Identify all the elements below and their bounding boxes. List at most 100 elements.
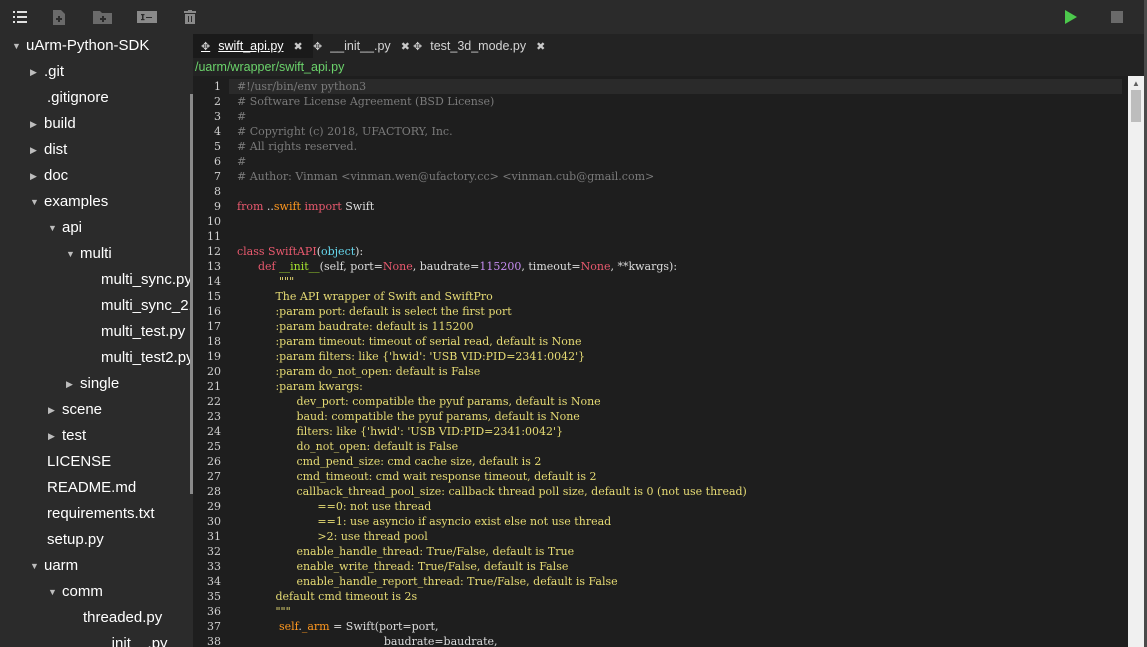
code-line[interactable]: class SwiftAPI(object): <box>237 244 363 259</box>
code-line[interactable]: def __init__(self, port=None, baudrate=1… <box>237 259 677 274</box>
tree-item-folder[interactable]: ▶ dist <box>30 138 67 164</box>
code-line[interactable]: :param do_not_open: default is False <box>237 364 480 379</box>
tree-item-folder[interactable]: ▼ examples <box>30 190 108 216</box>
code-line[interactable]: baud: compatible the pyuf params, defaul… <box>237 409 579 424</box>
code-line[interactable]: enable_handle_thread: True/False, defaul… <box>237 544 574 559</box>
line-number: 10 <box>207 215 221 228</box>
line-number: 19 <box>207 350 221 363</box>
code-line[interactable]: """ <box>237 274 294 289</box>
tree-item-label: .gitignore <box>47 89 109 107</box>
code-line[interactable]: callback_thread_pool_size: callback thre… <box>237 484 746 499</box>
scrollbar-thumb[interactable] <box>1131 90 1141 122</box>
code-editor[interactable]: 1 2 3 4 5 6 7 8 9 10 11 12 13 14 15 16 17 18 19 20 21 22 23 24 2… <box>193 76 1128 647</box>
code-line[interactable]: cmd_pend_size: cmd cache size, default i… <box>237 454 541 469</box>
tree-item-file[interactable]: multi_test2.py <box>101 346 193 372</box>
code-line[interactable]: :param kwargs: <box>237 379 362 394</box>
tree-item-folder[interactable]: ▶ single <box>66 372 119 398</box>
tree-item-file[interactable]: __init__.py <box>95 632 168 647</box>
code-token: # <box>237 110 247 123</box>
rename-icon[interactable] <box>137 9 157 25</box>
code-token: swift <box>273 200 301 213</box>
code-token: ==0: not use thread <box>237 500 432 513</box>
tab-test-3d-mode[interactable]: ✥ test_3d_mode.py ✖ <box>405 34 553 58</box>
code-line[interactable]: default cmd timeout is 2s <box>237 589 417 604</box>
tree-item-folder[interactable]: ▶ doc <box>30 164 68 190</box>
tree-item-folder[interactable]: ▼ comm <box>48 580 103 606</box>
code-line[interactable]: :param filters: like {'hwid': 'USB VID:P… <box>237 349 585 364</box>
file-path: /uarm/wrapper/swift_api.py <box>195 60 345 74</box>
code-line[interactable]: enable_handle_report_thread: True/False,… <box>237 574 617 589</box>
tree-item-file[interactable]: README.md <box>47 476 136 502</box>
tree-item-folder[interactable]: ▼ api <box>48 216 82 242</box>
code-line[interactable]: """ <box>237 604 290 619</box>
close-icon[interactable]: ✖ <box>294 35 303 59</box>
delete-icon[interactable] <box>183 9 197 25</box>
code-line[interactable]: :param port: default is select the first… <box>237 304 511 319</box>
code-line[interactable]: # <box>237 109 246 124</box>
code-line[interactable]: ==1: use asyncio if asyncio exist else n… <box>237 514 611 529</box>
code-line[interactable]: filters: like {'hwid': 'USB VID:PID=2341… <box>237 424 563 439</box>
code-line[interactable]: # All rights reserved. <box>237 139 357 154</box>
menu-icon[interactable] <box>12 9 28 25</box>
chevron-down-icon[interactable]: ▼ <box>48 216 62 240</box>
tab-init[interactable]: ✥ __init__.py ✖ <box>305 34 413 58</box>
editor-scrollbar[interactable]: ▲ <box>1128 76 1144 647</box>
code-line[interactable]: cmd_timeout: cmd wait response timeout, … <box>237 469 596 484</box>
tree-item-folder[interactable]: ▶ scene <box>48 398 102 424</box>
run-icon[interactable] <box>1064 9 1078 25</box>
chevron-down-icon[interactable]: ▼ <box>30 554 44 578</box>
code-line[interactable]: # <box>237 154 246 169</box>
code-line[interactable]: dev_port: compatible the pyuf params, de… <box>237 394 600 409</box>
tree-item-file[interactable]: multi_sync.py <box>101 268 192 294</box>
stop-icon[interactable] <box>1110 9 1124 25</box>
chevron-right-icon[interactable]: ▶ <box>30 112 44 136</box>
code-line[interactable]: # Copyright (c) 2018, UFACTORY, Inc. <box>237 124 453 139</box>
code-line[interactable]: #!/usr/bin/env python3 <box>237 79 366 94</box>
code-line[interactable]: # Author: Vinman <vinman.wen@ufactory.cc… <box>237 169 654 184</box>
tree-item-folder[interactable]: ▶ test <box>48 424 86 450</box>
tree-item-file[interactable]: setup.py <box>47 528 104 554</box>
chevron-down-icon[interactable]: ▼ <box>30 190 44 214</box>
chevron-down-icon[interactable]: ▼ <box>48 580 62 604</box>
chevron-right-icon[interactable]: ▶ <box>30 60 44 84</box>
chevron-right-icon[interactable]: ▶ <box>30 164 44 188</box>
line-number: 32 <box>207 545 221 558</box>
code-line[interactable]: enable_write_thread: True/False, default… <box>237 559 568 574</box>
new-folder-icon[interactable] <box>92 9 112 25</box>
tree-item-folder[interactable]: ▶ .git <box>30 60 64 86</box>
tab-swift-api[interactable]: ✥ swift_api.py ✖ <box>193 34 313 58</box>
chevron-down-icon[interactable]: ▼ <box>66 242 80 266</box>
scroll-up-icon[interactable]: ▲ <box>1132 79 1140 88</box>
close-icon[interactable]: ✖ <box>536 35 545 59</box>
chevron-right-icon[interactable]: ▶ <box>66 372 80 396</box>
chevron-right-icon[interactable]: ▶ <box>48 424 62 448</box>
code-line[interactable]: baudrate=baudrate, <box>237 634 498 647</box>
chevron-right-icon[interactable]: ▶ <box>48 398 62 422</box>
tree-item-file[interactable]: .gitignore <box>47 86 109 112</box>
code-line[interactable]: from ..swift import Swift <box>237 199 374 214</box>
code-line[interactable]: self._arm = Swift(port=port, <box>237 619 438 634</box>
code-line[interactable]: :param baudrate: default is 115200 <box>237 319 473 334</box>
code-line[interactable]: do_not_open: default is False <box>237 439 458 454</box>
new-file-icon[interactable] <box>52 9 66 25</box>
code-line[interactable]: ==0: not use thread <box>237 499 431 514</box>
code-line[interactable]: The API wrapper of Swift and SwiftPro <box>237 289 492 304</box>
tree-item-file[interactable]: LICENSE <box>47 450 111 476</box>
line-number: 15 <box>207 290 221 303</box>
tree-item-folder[interactable]: ▶ build <box>30 112 76 138</box>
tree-item-file[interactable]: multi_test.py <box>101 320 185 346</box>
tab-label: test_3d_mode.py <box>430 39 527 53</box>
code-line[interactable]: >2: use thread pool <box>237 529 427 544</box>
code-line[interactable]: :param timeout: timeout of serial read, … <box>237 334 581 349</box>
code-token: (self, port= <box>319 260 383 273</box>
code-line[interactable]: # Software License Agreement (BSD Licens… <box>237 94 494 109</box>
tree-item-file[interactable]: multi_sync_2.py <box>101 294 193 320</box>
chevron-right-icon[interactable]: ▶ <box>30 138 44 162</box>
tree-item-file[interactable]: threaded.py <box>83 606 162 632</box>
tree-item-file[interactable]: requirements.txt <box>47 502 155 528</box>
tree-item-root[interactable]: ▼ uArm-Python-SDK <box>12 34 149 60</box>
chevron-down-icon[interactable]: ▼ <box>12 34 26 58</box>
tree-item-folder[interactable]: ▼ multi <box>66 242 112 268</box>
code-token: None <box>580 260 611 273</box>
tree-item-folder[interactable]: ▼ uarm <box>30 554 78 580</box>
